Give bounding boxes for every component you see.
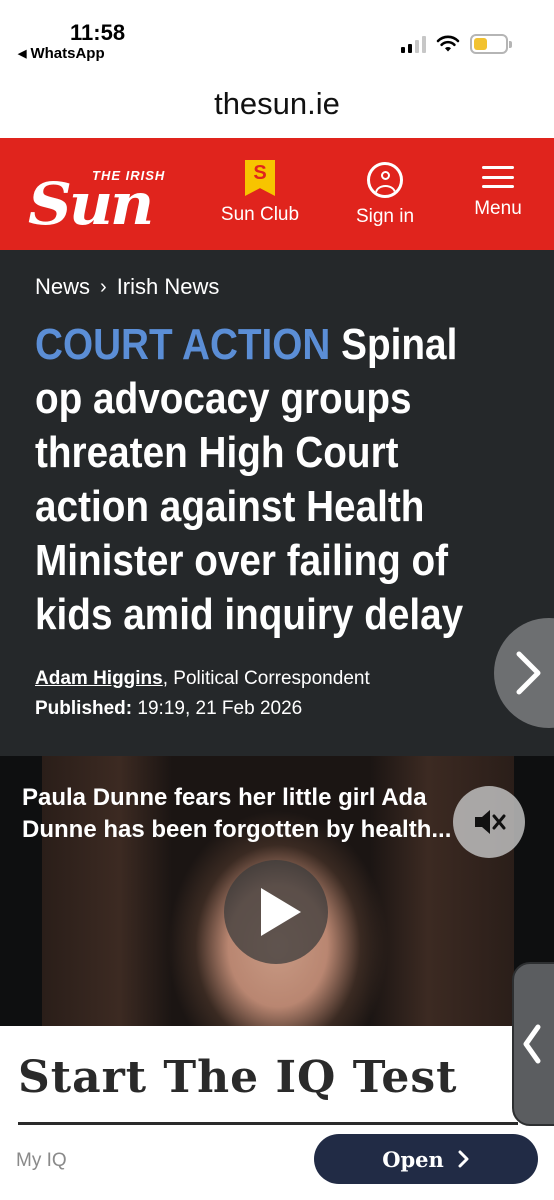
irish-sun-logo[interactable]: THE IRISH Sun: [28, 166, 184, 234]
speaker-muted-icon: [475, 810, 506, 834]
menu-label: Menu: [474, 198, 522, 219]
ad-divider: [18, 1122, 518, 1125]
address-bar[interactable]: thesun.ie: [0, 76, 554, 138]
back-to-app-button[interactable]: ◀ WhatsApp: [18, 45, 105, 62]
sun-club-button[interactable]: S Sun Club: [212, 160, 308, 226]
video-player[interactable]: Paula Dunne fears her little girl Ada Du…: [0, 756, 554, 1026]
breadcrumb-irish-news[interactable]: Irish News: [117, 274, 220, 300]
published-value: 19:19, 21 Feb 2026: [137, 698, 303, 719]
hamburger-icon: [482, 162, 514, 192]
chevron-right-icon: ›: [100, 275, 107, 298]
ad-brand: My IQ: [16, 1150, 67, 1171]
video-caption: Paula Dunne fears her little girl Ada Du…: [22, 782, 522, 846]
author-role: , Political Correspondent: [162, 668, 370, 689]
author-link[interactable]: Adam Higgins: [35, 668, 163, 689]
play-button[interactable]: [224, 860, 328, 964]
wifi-icon: [436, 35, 460, 52]
status-time: 11:58: [70, 20, 126, 45]
breadcrumb-news[interactable]: News: [35, 274, 90, 300]
url-text: thesun.ie: [214, 86, 340, 121]
chevron-right-icon: [458, 1150, 469, 1168]
sign-in-button[interactable]: Sign in: [342, 162, 428, 228]
play-icon: [261, 888, 301, 936]
video-caption-line-2: Dunne has been forgotten by health...: [22, 816, 452, 843]
headline-kicker: COURT ACTION: [35, 320, 331, 369]
status-bar: 11:58 ◀ WhatsApp: [0, 0, 554, 76]
published-label: Published:: [35, 698, 133, 719]
menu-button[interactable]: Menu: [460, 162, 536, 220]
battery-icon: [470, 34, 512, 54]
sun-club-badge-icon: S: [245, 160, 275, 196]
logo-main-text: Sun: [28, 170, 154, 238]
published-date: Published: 19:19, 21 Feb 2026: [35, 698, 302, 720]
sign-in-label: Sign in: [355, 206, 415, 227]
ad-open-button[interactable]: Open: [314, 1134, 538, 1184]
side-drawer-tab[interactable]: [512, 962, 554, 1126]
article-headline: COURT ACTION Spinal op advocacy groups t…: [35, 318, 515, 642]
chevron-right-icon: [516, 651, 541, 695]
byline: Adam Higgins, Political Correspondent: [35, 668, 370, 690]
mute-button[interactable]: [453, 786, 525, 858]
cellular-signal-icon: [401, 35, 426, 53]
battery-level: [474, 38, 487, 50]
ad-open-label: Open: [382, 1146, 444, 1172]
back-triangle-icon: ◀: [18, 48, 27, 60]
back-app-label: WhatsApp: [30, 45, 105, 62]
user-icon: [367, 162, 403, 198]
article-header: News › Irish News COURT ACTION Spinal op…: [0, 250, 554, 756]
sun-club-label: Sun Club: [220, 204, 300, 225]
ad-title: Start The IQ Test: [18, 1052, 458, 1103]
chevron-left-icon: [523, 1024, 541, 1064]
page: 11:58 ◀ WhatsApp thesun.ie THE IRISH Sun…: [0, 0, 554, 1200]
breadcrumb: News › Irish News: [35, 274, 219, 300]
site-header: THE IRISH Sun S Sun Club Sign in Menu: [0, 138, 554, 250]
status-indicators: [401, 34, 512, 54]
video-caption-line-1: Paula Dunne fears her little girl Ada: [22, 784, 427, 811]
advertisement[interactable]: ▷ Start The IQ Test My IQ Open: [0, 1026, 554, 1200]
